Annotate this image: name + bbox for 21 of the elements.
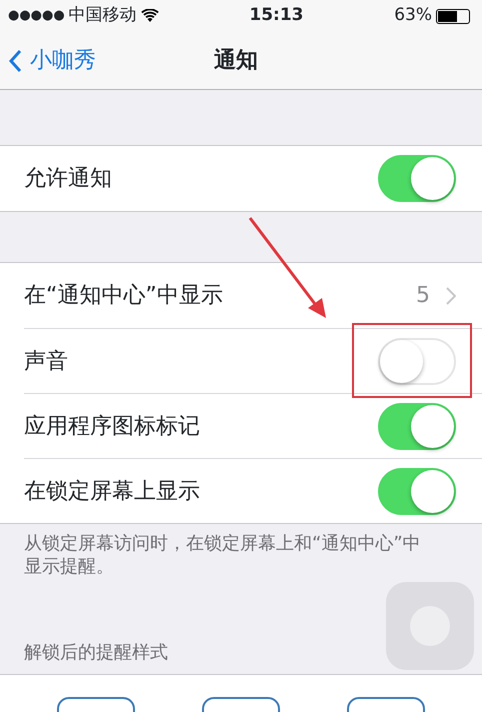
battery-icon bbox=[436, 8, 470, 24]
back-button[interactable]: 小咖秀 bbox=[8, 44, 96, 77]
nav-title: 通知 bbox=[214, 47, 258, 75]
chevron-icon bbox=[446, 286, 456, 304]
toggle-switch[interactable] bbox=[378, 468, 456, 514]
setting-label: 应用程序图标标记 bbox=[24, 412, 200, 440]
battery-percent: 63% bbox=[394, 4, 432, 28]
setting-label: 声音 bbox=[24, 348, 68, 376]
setting-label: 在锁定屏幕上显示 bbox=[24, 478, 200, 506]
setting-value: 5 bbox=[416, 282, 430, 310]
clock-time: 15:13 bbox=[248, 4, 305, 28]
wifi-icon bbox=[140, 9, 159, 23]
settings-row[interactable]: 在“通知中心”中显示 5 bbox=[0, 263, 482, 328]
setting-label: 允许通知 bbox=[24, 165, 112, 193]
section-header: 解锁后的提醒样式 bbox=[23, 640, 169, 665]
section-footer: 从锁定屏幕访问时，在锁定屏幕上和“通知中心”中显示提醒。 bbox=[0, 532, 482, 579]
toggle-switch[interactable] bbox=[378, 155, 456, 202]
back-chevron-icon bbox=[8, 48, 22, 72]
toggle-switch[interactable] bbox=[378, 402, 456, 450]
carrier-name: 中国移动 bbox=[68, 4, 137, 28]
signal-dots: ●●●●● bbox=[8, 7, 65, 26]
